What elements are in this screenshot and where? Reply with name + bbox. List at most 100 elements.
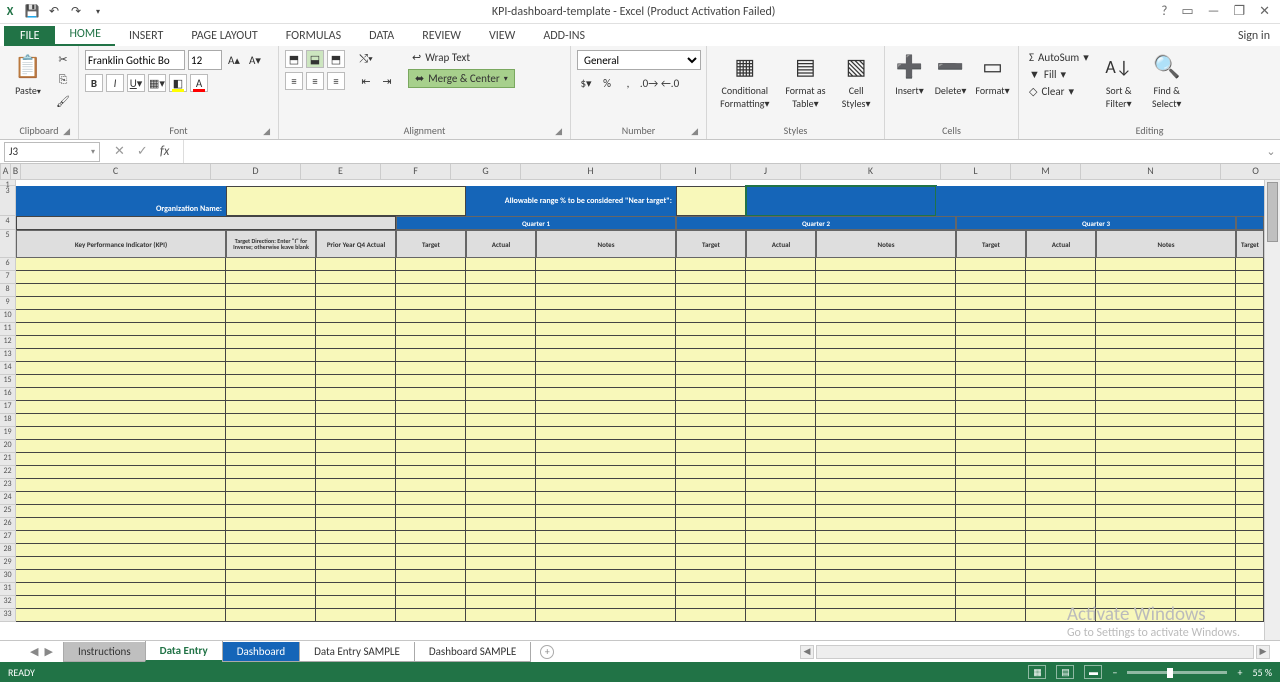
- row-header-19[interactable]: 19: [0, 427, 15, 440]
- sheet-tab-data-entry-sample[interactable]: Data Entry SAMPLE: [299, 642, 415, 662]
- row-header-4[interactable]: 4: [0, 216, 15, 230]
- sign-in-link[interactable]: Sign in: [1228, 26, 1280, 46]
- zoom-in-icon[interactable]: +: [1237, 666, 1242, 679]
- row-headers[interactable]: 1345678910111213141516171819202122232425…: [0, 180, 16, 622]
- align-right-icon[interactable]: ≡: [327, 72, 345, 90]
- data-row[interactable]: [16, 492, 1264, 505]
- sheet-tab-dashboard-sample[interactable]: Dashboard SAMPLE: [414, 642, 531, 662]
- row-header-11[interactable]: 11: [0, 323, 15, 336]
- enter-formula-icon[interactable]: ✓: [137, 144, 148, 159]
- col-header-K[interactable]: K: [801, 164, 941, 180]
- row-header-27[interactable]: 27: [0, 531, 15, 544]
- formula-input[interactable]: [183, 140, 1262, 163]
- align-left-icon[interactable]: ≡: [285, 72, 303, 90]
- row-header-12[interactable]: 12: [0, 336, 15, 349]
- tab-formulas[interactable]: FORMULAS: [272, 26, 355, 46]
- increase-font-icon[interactable]: A▴: [225, 51, 243, 69]
- data-row[interactable]: [16, 557, 1264, 570]
- expand-formula-bar-icon[interactable]: ⌄: [1262, 145, 1280, 158]
- col-header-M[interactable]: M: [1011, 164, 1081, 180]
- align-center-icon[interactable]: ≡: [306, 72, 324, 90]
- row-header-13[interactable]: 13: [0, 349, 15, 362]
- data-row[interactable]: [16, 336, 1264, 349]
- view-normal-icon[interactable]: ▦: [1028, 665, 1046, 679]
- row-header-30[interactable]: 30: [0, 570, 15, 583]
- data-row[interactable]: [16, 518, 1264, 531]
- col-header-J[interactable]: J: [731, 164, 801, 180]
- row-header-3[interactable]: 3: [0, 186, 15, 216]
- align-bottom-icon[interactable]: ⬒: [327, 50, 345, 68]
- selected-cell-j3[interactable]: [746, 186, 936, 216]
- format-as-table-button[interactable]: ▤Format as Table▾: [781, 50, 831, 110]
- data-row[interactable]: [16, 401, 1264, 414]
- hscroll-right-icon[interactable]: ▶: [1256, 645, 1270, 659]
- data-row[interactable]: [16, 544, 1264, 557]
- delete-cells-button[interactable]: ➖Delete▾: [932, 50, 969, 97]
- find-select-button[interactable]: 🔍Find & Select▾: [1145, 50, 1189, 110]
- tab-review[interactable]: REVIEW: [408, 26, 475, 46]
- col-header-N[interactable]: N: [1081, 164, 1221, 180]
- data-row[interactable]: [16, 310, 1264, 323]
- row-header-26[interactable]: 26: [0, 518, 15, 531]
- row-header-25[interactable]: 25: [0, 505, 15, 518]
- data-row[interactable]: [16, 505, 1264, 518]
- clipboard-launcher-icon[interactable]: ◢: [63, 126, 70, 137]
- cut-icon[interactable]: ✂: [54, 50, 72, 68]
- sheet-tab-dashboard[interactable]: Dashboard: [222, 642, 300, 662]
- row-header-9[interactable]: 9: [0, 297, 15, 310]
- spreadsheet-grid[interactable]: ABCDEFGHIJKLMNO 134567891011121314151617…: [0, 164, 1280, 640]
- row-header-16[interactable]: 16: [0, 388, 15, 401]
- data-row[interactable]: [16, 375, 1264, 388]
- row-header-23[interactable]: 23: [0, 479, 15, 492]
- format-cells-button[interactable]: ▭Format▾: [973, 50, 1012, 97]
- scrollbar-thumb[interactable]: [1267, 182, 1278, 242]
- row-header-15[interactable]: 15: [0, 375, 15, 388]
- hscroll-left-icon[interactable]: ◀: [800, 645, 814, 659]
- sheet-nav-next-icon[interactable]: ▶: [44, 645, 52, 658]
- allowable-input[interactable]: [676, 186, 746, 216]
- new-sheet-button[interactable]: +: [540, 645, 554, 659]
- percent-format-icon[interactable]: %: [598, 74, 616, 92]
- tab-page-layout[interactable]: PAGE LAYOUT: [177, 26, 271, 46]
- fill-button[interactable]: ▼Fill▾: [1025, 67, 1093, 82]
- font-launcher-icon[interactable]: ◢: [263, 126, 270, 137]
- row-header-28[interactable]: 28: [0, 544, 15, 557]
- paste-button[interactable]: 📋Paste▾: [6, 50, 50, 97]
- col-header-B[interactable]: B: [11, 164, 21, 180]
- row-header-6[interactable]: 6: [0, 258, 15, 271]
- comma-format-icon[interactable]: ,: [619, 74, 637, 92]
- maximize-icon[interactable]: ❐: [1233, 4, 1245, 19]
- data-row[interactable]: [16, 362, 1264, 375]
- col-header-E[interactable]: E: [301, 164, 381, 180]
- row-header-33[interactable]: 33: [0, 609, 15, 622]
- row-header-22[interactable]: 22: [0, 466, 15, 479]
- row-header-21[interactable]: 21: [0, 453, 15, 466]
- italic-button[interactable]: I: [106, 74, 124, 92]
- data-row[interactable]: [16, 440, 1264, 453]
- row-header-32[interactable]: 32: [0, 596, 15, 609]
- col-header-A[interactable]: A: [1, 164, 11, 180]
- row-header-24[interactable]: 24: [0, 492, 15, 505]
- data-row[interactable]: [16, 284, 1264, 297]
- tab-view[interactable]: VIEW: [475, 26, 529, 46]
- increase-decimal-icon[interactable]: .0→: [640, 74, 658, 92]
- column-headers[interactable]: ABCDEFGHIJKLMNO: [1, 164, 1280, 180]
- data-row[interactable]: [16, 453, 1264, 466]
- decrease-font-icon[interactable]: A▾: [246, 51, 264, 69]
- data-row[interactable]: [16, 570, 1264, 583]
- font-color-button[interactable]: A: [190, 74, 208, 92]
- font-size-select[interactable]: [188, 50, 222, 70]
- name-box[interactable]: J3▾: [4, 142, 100, 162]
- col-header-O[interactable]: O: [1221, 164, 1280, 180]
- data-row[interactable]: [16, 388, 1264, 401]
- font-name-select[interactable]: [85, 50, 185, 70]
- col-header-C[interactable]: C: [21, 164, 211, 180]
- data-row[interactable]: [16, 349, 1264, 362]
- row-header-18[interactable]: 18: [0, 414, 15, 427]
- data-row[interactable]: [16, 479, 1264, 492]
- view-page-break-icon[interactable]: ▬: [1084, 665, 1102, 679]
- data-row[interactable]: [16, 531, 1264, 544]
- sort-filter-button[interactable]: A↓Sort & Filter▾: [1097, 50, 1141, 110]
- increase-indent-icon[interactable]: ⇥: [378, 72, 396, 90]
- minimize-icon[interactable]: —: [1208, 4, 1220, 19]
